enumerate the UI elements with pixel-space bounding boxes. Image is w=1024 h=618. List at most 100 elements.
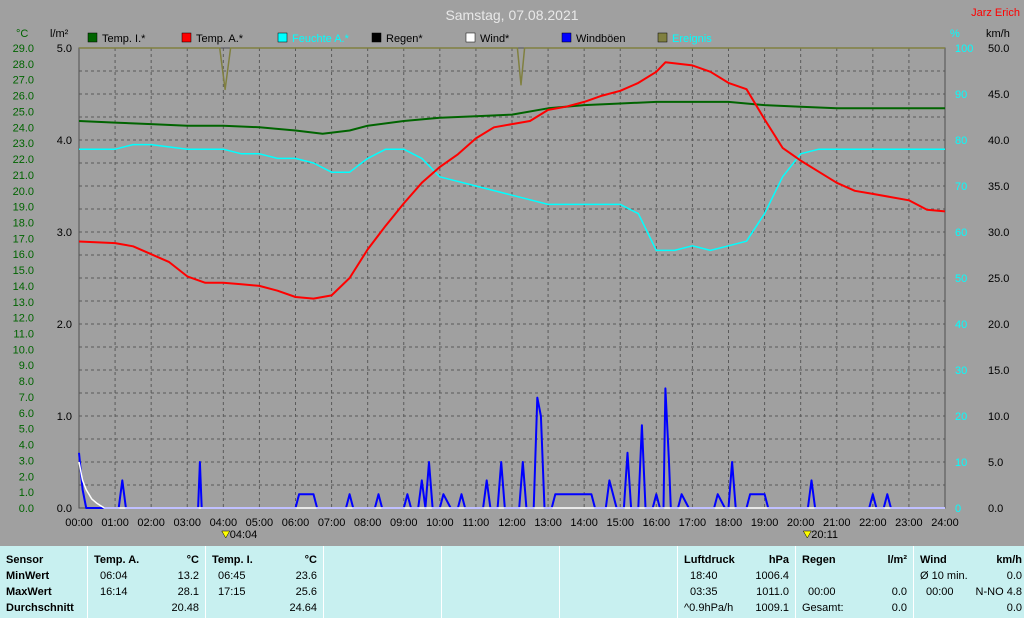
x-tick-label: 13:00: [534, 517, 562, 529]
temp-a-unit: °C: [186, 554, 199, 566]
legend-swatch: [181, 32, 192, 43]
stats-empty-column-1: [324, 546, 442, 618]
x-tick-label: 05:00: [246, 517, 274, 529]
x-tick-label: 02:00: [137, 517, 165, 529]
rain-total-label: Gesamt:: [802, 602, 844, 614]
temp-tick-label: 6.0: [19, 408, 34, 420]
x-tick-label: 23:00: [895, 517, 923, 529]
sunset-marker-time: 20:11: [811, 529, 838, 541]
x-tick-label: 22:00: [859, 517, 887, 529]
legend-label: Feuchte A.*: [292, 33, 350, 45]
x-tick-label: 16:00: [643, 517, 671, 529]
temp-tick-label: 11.0: [13, 329, 34, 341]
temp-a-header: Temp. A.: [94, 554, 140, 566]
stats-empty-column-3: [560, 546, 678, 618]
stats-rain-column: Regen l/m² 00:00 0.0 Gesamt: 0.0: [796, 546, 914, 618]
temp-tick-label: 5.0: [19, 424, 34, 436]
wind-header: Wind: [920, 554, 947, 566]
rain-axis-unit: l/m²: [50, 28, 69, 40]
x-tick-label: 17:00: [679, 517, 707, 529]
wind-tick-label: 45.0: [988, 89, 1009, 101]
legend-label: Temp. A.*: [196, 33, 244, 45]
temp-tick-label: 10.0: [13, 344, 34, 356]
humidity-tick-label: 50: [955, 273, 967, 285]
pressure-min-time: 18:40: [690, 570, 718, 582]
wind-tick-label: 40.0: [988, 135, 1009, 147]
legend-swatch: [87, 32, 98, 43]
pressure-unit: hPa: [768, 554, 789, 566]
statistics-panel: Sensor MinWert MaxWert Durchschnitt Temp…: [0, 546, 1024, 618]
pressure-min-value: 1006.4: [755, 570, 789, 582]
rain-tick-label: 3.0: [57, 227, 72, 239]
x-tick-label: 24:00: [931, 517, 959, 529]
sunrise-marker-time: 04:04: [230, 529, 258, 541]
stats-empty-column-2: [442, 546, 560, 618]
humidity-tick-label: 80: [955, 135, 967, 147]
wind-tick-label: 15.0: [988, 365, 1009, 377]
temp-tick-label: 16.0: [13, 249, 34, 261]
stats-wind-column: Wind km/h Ø 10 min. 0.0 00:00 N-NO 4.8 0…: [914, 546, 1024, 618]
temp-tick-label: 26.0: [13, 91, 34, 103]
temp-tick-label: 24.0: [13, 122, 34, 134]
temp-tick-label: 12.0: [13, 313, 34, 325]
x-tick-label: 18:00: [715, 517, 743, 529]
temp-i-max-time: 17:15: [218, 586, 246, 598]
x-tick-label: 15:00: [606, 517, 634, 529]
stats-row-max: MaxWert: [6, 586, 52, 598]
rain-header: Regen: [802, 554, 836, 566]
temp-tick-label: 21.0: [13, 170, 34, 182]
rain-tick-label: 2.0: [57, 319, 72, 331]
pressure-max-time: 03:35: [690, 586, 718, 598]
x-tick-label: 04:00: [210, 517, 238, 529]
wind-max-time: 00:00: [926, 586, 954, 598]
temp-axis-unit: °C: [16, 28, 28, 40]
rain-value: 0.0: [891, 586, 907, 598]
temp-tick-label: 28.0: [13, 59, 34, 71]
temp-tick-label: 7.0: [19, 392, 34, 404]
temp-a-average: 20.48: [171, 602, 199, 614]
stats-temp-i-column: Temp. I. °C 06:45 23.6 17:15 25.6 24.64: [206, 546, 324, 618]
x-tick-label: 00:00: [65, 517, 93, 529]
temp-tick-label: 15.0: [13, 265, 34, 277]
legend-swatch: [561, 32, 572, 43]
humidity-axis-unit: %: [950, 28, 960, 40]
wind-avg-value: 0.0: [1006, 570, 1022, 582]
stats-row-avg: Durchschnitt: [6, 602, 74, 614]
temp-tick-label: 4.0: [19, 440, 34, 452]
temp-a-max-time: 16:14: [100, 586, 128, 598]
temp-i-max-value: 25.6: [295, 586, 317, 598]
temp-tick-label: 8.0: [19, 376, 34, 388]
rain-tick-label: 5.0: [57, 43, 72, 55]
temp-tick-label: 2.0: [19, 471, 34, 483]
temp-a-min-time: 06:04: [100, 570, 128, 582]
humidity-tick-label: 60: [955, 227, 967, 239]
wind-unit: km/h: [996, 554, 1022, 566]
x-tick-label: 14:00: [570, 517, 598, 529]
legend-label: Ereignis: [672, 33, 712, 45]
rain-tick-label: 4.0: [57, 135, 72, 147]
wind-tick-label: 25.0: [988, 273, 1009, 285]
temp-i-min-time: 06:45: [218, 570, 246, 582]
wind-axis-unit: km/h: [986, 28, 1010, 40]
temp-tick-label: 29.0: [13, 43, 34, 55]
temp-tick-label: 9.0: [19, 360, 34, 372]
x-tick-label: 01:00: [101, 517, 129, 529]
humidity-tick-label: 90: [955, 89, 967, 101]
temp-tick-label: 13.0: [13, 297, 34, 309]
temp-tick-label: 1.0: [19, 487, 34, 499]
temp-tick-label: 27.0: [13, 75, 34, 87]
wind-avg-2: 0.0: [1006, 602, 1022, 614]
wind-tick-label: 20.0: [988, 319, 1009, 331]
stats-sensor-header: Sensor: [6, 554, 44, 566]
pressure-trend: ^0.9hPa/h: [684, 602, 734, 614]
humidity-tick-label: 10: [955, 457, 967, 469]
temp-tick-label: 22.0: [13, 154, 34, 166]
stats-sensor-column: Sensor MinWert MaxWert Durchschnitt: [0, 546, 88, 618]
temp-i-unit: °C: [304, 554, 317, 566]
legend-swatch: [465, 32, 476, 43]
rain-time: 00:00: [808, 586, 836, 598]
legend-swatch: [657, 32, 668, 43]
chart-title: Samstag, 07.08.2021: [445, 7, 578, 23]
temp-tick-label: 20.0: [13, 186, 34, 198]
wind-avg-label: Ø 10 min.: [920, 570, 968, 582]
